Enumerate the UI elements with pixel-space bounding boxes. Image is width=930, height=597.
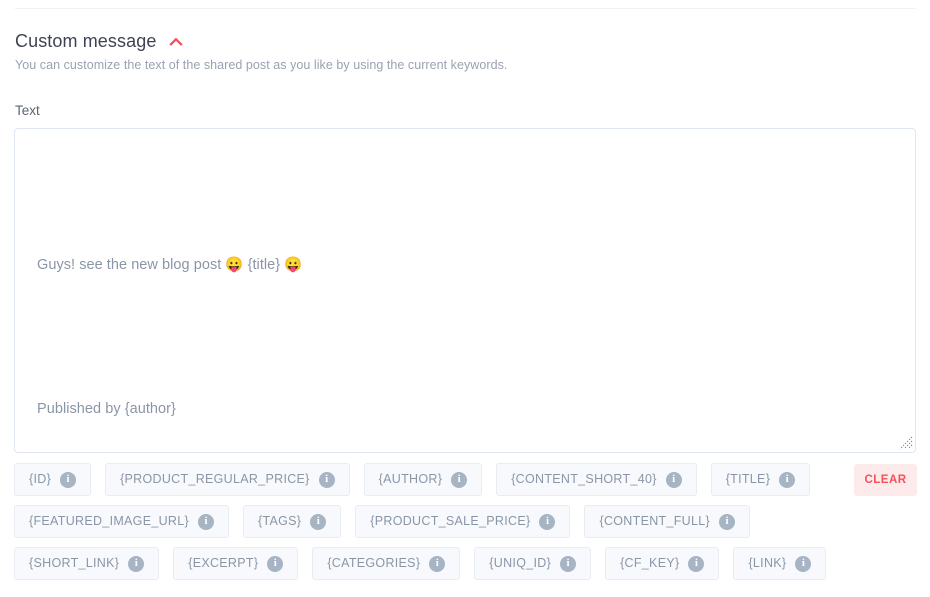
info-icon[interactable]: i: [718, 513, 735, 530]
text-field-label: Text: [15, 103, 40, 118]
keyword-chip[interactable]: {PRODUCT_SALE_PRICE} i: [355, 505, 571, 538]
keyword-chip[interactable]: {CONTENT_SHORT_40} i: [496, 463, 697, 496]
textarea-resize-handle[interactable]: [899, 436, 913, 450]
keyword-chip[interactable]: {TAGS} i: [242, 505, 342, 538]
keyword-chip-label: {CONTENT_FULL}: [599, 514, 710, 529]
keyword-chip[interactable]: {SHORT_LINK} i: [14, 547, 160, 580]
info-icon[interactable]: i: [429, 555, 446, 572]
keyword-chip[interactable]: {EXCERPT} i: [173, 547, 299, 580]
keyword-chip[interactable]: {LINK} i: [733, 547, 827, 580]
keyword-chip-label: {SHORT_LINK}: [29, 556, 120, 571]
keyword-chip[interactable]: {CF_KEY} i: [605, 547, 720, 580]
keyword-chip[interactable]: {CATEGORIES} i: [312, 547, 461, 580]
info-icon[interactable]: i: [197, 513, 214, 530]
chevron-up-icon[interactable]: [168, 34, 184, 50]
keyword-chip-label: {LINK}: [748, 556, 787, 571]
info-icon[interactable]: i: [128, 555, 145, 572]
info-icon[interactable]: i: [267, 555, 284, 572]
info-icon[interactable]: i: [560, 555, 577, 572]
custom-message-panel: Custom message You can customize the tex…: [0, 0, 930, 597]
page-title: Custom message: [15, 31, 157, 51]
section-divider: [15, 8, 916, 9]
info-icon[interactable]: i: [318, 471, 335, 488]
section-header[interactable]: Custom message: [15, 28, 184, 54]
keyword-chip[interactable]: {ID} i: [14, 463, 92, 496]
keyword-chip-label: {CONTENT_SHORT_40}: [511, 472, 657, 487]
keyword-chip-label: {ID}: [29, 472, 52, 487]
keyword-chip[interactable]: {CONTENT_FULL} i: [584, 505, 750, 538]
info-icon[interactable]: i: [451, 471, 468, 488]
keyword-chip[interactable]: {FEATURED_IMAGE_URL} i: [14, 505, 229, 538]
keyword-chip-label: {AUTHOR}: [378, 472, 443, 487]
message-line-1: Guys! see the new blog post 😛 {title} 😛: [37, 257, 303, 273]
keyword-chip-label: {FEATURED_IMAGE_URL}: [29, 514, 189, 529]
keyword-chip[interactable]: {PRODUCT_REGULAR_PRICE} i: [105, 463, 350, 496]
keyword-chip-label: {PRODUCT_SALE_PRICE}: [370, 514, 531, 529]
keyword-chip-label: {TAGS}: [257, 514, 302, 529]
keyword-chip-label: {CATEGORIES}: [327, 556, 421, 571]
keyword-chip-label: {CF_KEY}: [620, 556, 680, 571]
message-line-2: Published by {author}: [37, 401, 176, 417]
clear-button[interactable]: CLEAR: [854, 464, 917, 496]
custom-message-content[interactable]: Guys! see the new blog post 😛 {title} 😛 …: [15, 129, 915, 452]
keyword-chip-label: {TITLE}: [725, 472, 771, 487]
custom-message-textarea[interactable]: Guys! see the new blog post 😛 {title} 😛 …: [14, 128, 916, 453]
keyword-chip-label: {PRODUCT_REGULAR_PRICE}: [120, 472, 310, 487]
info-icon[interactable]: i: [60, 471, 77, 488]
keyword-chip-label: {UNIQ_ID}: [489, 556, 552, 571]
info-icon[interactable]: i: [688, 555, 705, 572]
info-icon[interactable]: i: [665, 471, 682, 488]
keyword-chip-label: {EXCERPT}: [188, 556, 259, 571]
keyword-chip[interactable]: {UNIQ_ID} i: [474, 547, 592, 580]
keyword-chip-list: {ID} i {PRODUCT_REGULAR_PRICE} i {AUTHOR} i {C…: [14, 463, 834, 580]
section-subtitle: You can customize the text of the shared…: [15, 58, 508, 72]
info-icon[interactable]: i: [779, 471, 796, 488]
keyword-chip[interactable]: {TITLE} i: [710, 463, 811, 496]
info-icon[interactable]: i: [539, 513, 556, 530]
info-icon[interactable]: i: [310, 513, 327, 530]
info-icon[interactable]: i: [795, 555, 812, 572]
keyword-chip[interactable]: {AUTHOR} i: [363, 463, 483, 496]
